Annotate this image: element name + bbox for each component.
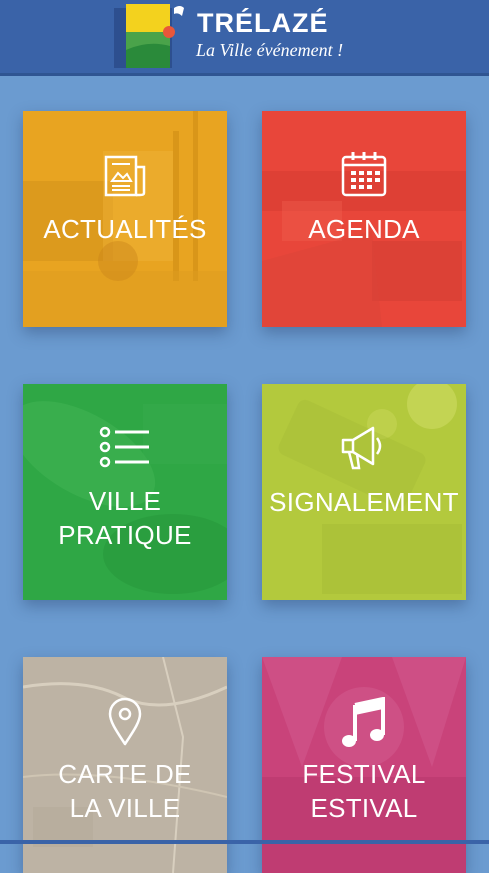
tile-label-line2: ESTIVAL bbox=[310, 793, 418, 823]
tile-actualites[interactable]: ACTUALITÉS bbox=[23, 111, 227, 327]
tile-label: ACTUALITÉS bbox=[43, 214, 207, 244]
newspaper-icon bbox=[104, 155, 146, 197]
tile-label-line2: LA VILLE bbox=[69, 793, 181, 823]
logo-tagline: La Ville événement ! bbox=[196, 40, 344, 60]
tile-label: SIGNALEMENT bbox=[269, 487, 459, 517]
trelaze-logo: TRÉLAZÉ La Ville événement ! bbox=[112, 2, 382, 74]
tile-label-line2: PRATIQUE bbox=[58, 520, 192, 550]
logo-emblem-icon bbox=[114, 4, 184, 68]
tile-label: AGENDA bbox=[308, 214, 420, 244]
tile-agenda[interactable]: AGENDA bbox=[262, 111, 466, 327]
tile-ville-pratique[interactable]: VILLE PRATIQUE bbox=[23, 384, 227, 600]
tile-label-line1: VILLE bbox=[88, 486, 162, 516]
megaphone-icon bbox=[341, 426, 382, 470]
map-pin-icon bbox=[108, 697, 142, 746]
list-icon bbox=[99, 426, 149, 468]
app-header: TRÉLAZÉ La Ville événement ! bbox=[0, 0, 489, 76]
bottom-bar bbox=[0, 840, 489, 844]
logo-title: TRÉLAZÉ bbox=[197, 8, 329, 38]
tile-signalement[interactable]: SIGNALEMENT bbox=[262, 384, 466, 600]
calendar-icon bbox=[341, 152, 387, 197]
tile-label-line1: CARTE DE bbox=[58, 759, 192, 789]
tile-label-line1: FESTIVAL bbox=[302, 759, 426, 789]
music-note-icon bbox=[342, 697, 385, 747]
